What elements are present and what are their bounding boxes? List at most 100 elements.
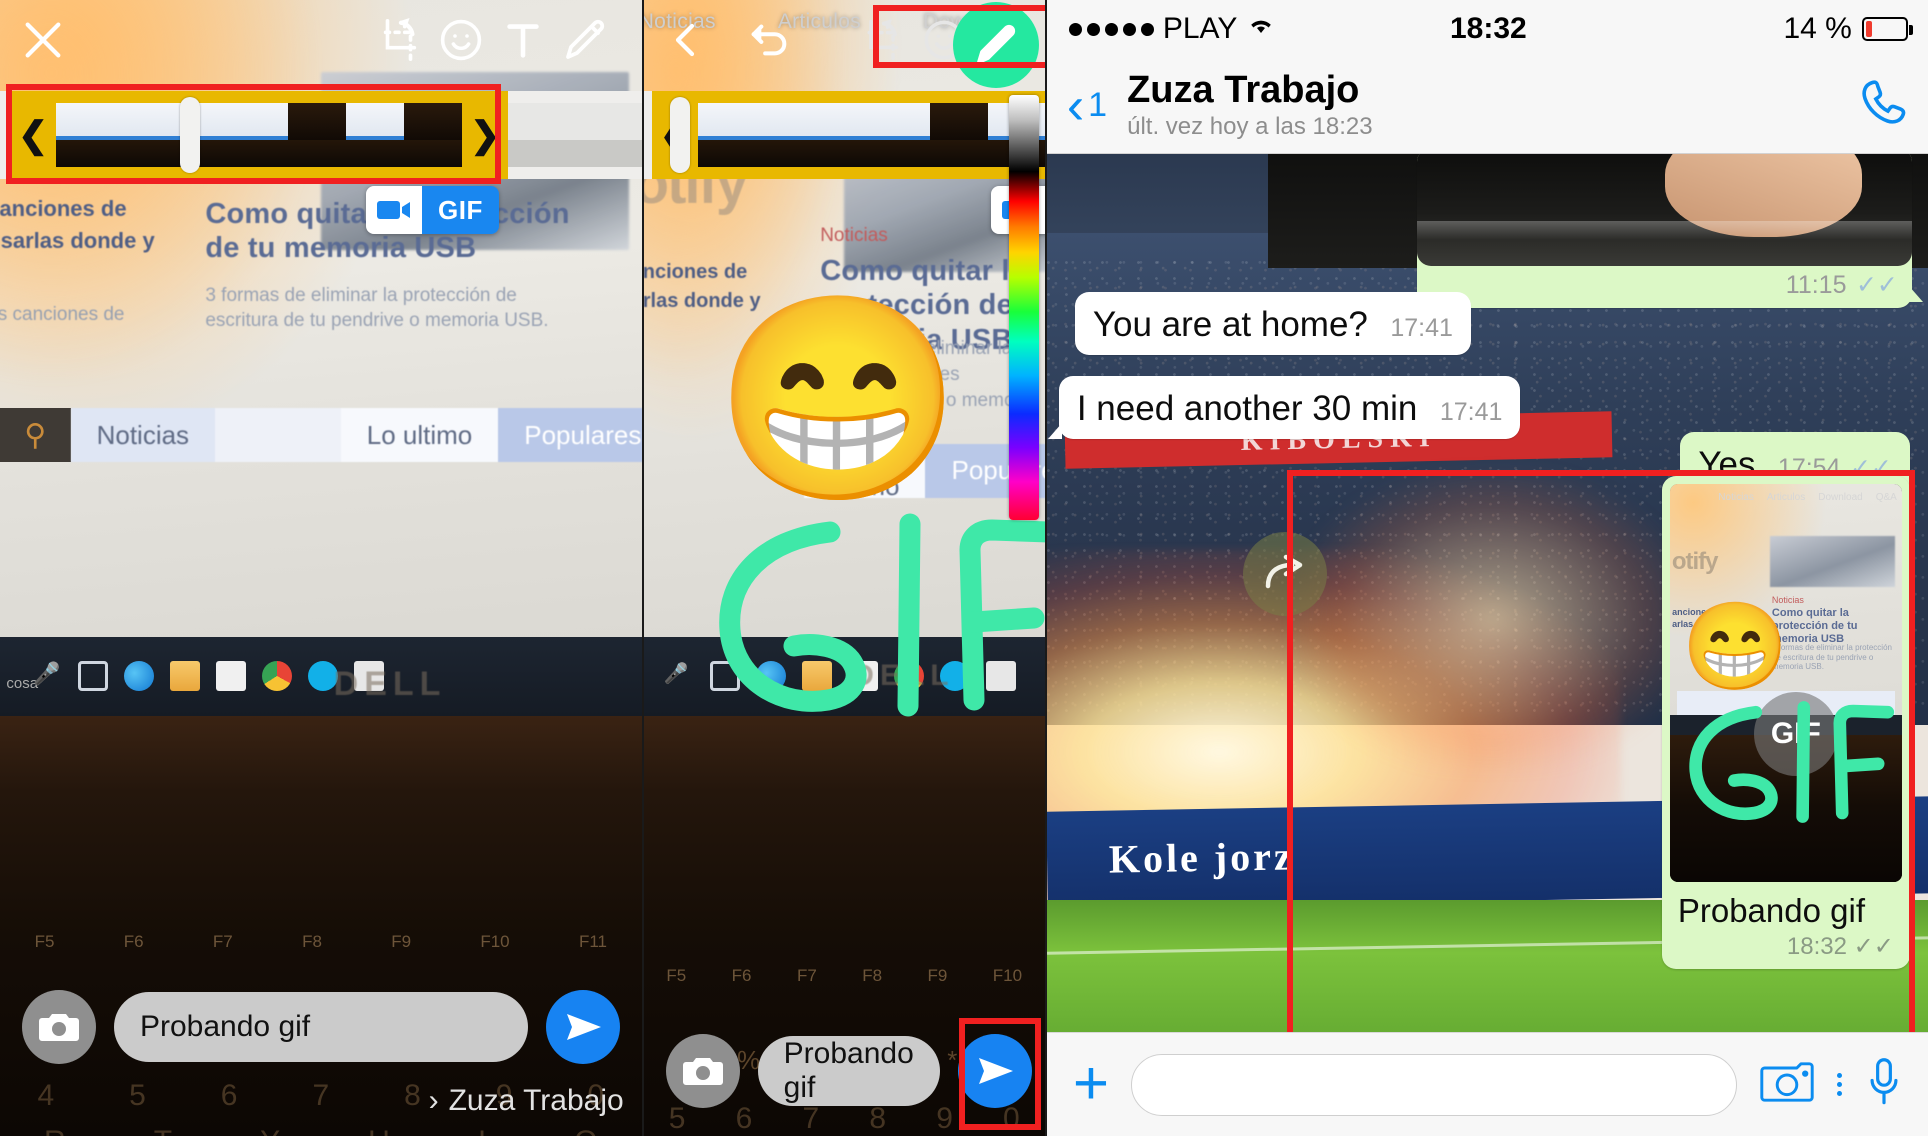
editor-toolbar [0,0,642,80]
chevron-left-icon[interactable] [654,9,716,71]
thumb-emoji: 😁 [1681,599,1789,695]
recipient-label[interactable]: › Zuza Trabajo [429,1084,624,1118]
recipient-name: Zuza Trabajo [448,1084,624,1117]
thumb-nav-articulos: Articulos [1766,491,1806,503]
message-image-out[interactable]: 11:15 ✓✓ [1417,154,1923,308]
video-camera-icon[interactable] [366,186,422,234]
cortana-mic-icon[interactable]: 🎤 [664,661,694,691]
trim-handle-right[interactable]: ❯ [462,117,508,153]
microsoft-store-icon[interactable] [216,661,247,692]
handwriting-gif[interactable] [702,510,1045,735]
message-out-gif[interactable]: Noticias Articulos Download Q&A otify No… [1661,476,1910,969]
filmstrip-frame [346,103,405,167]
stadium-hoarding: Kole jorz [1108,832,1295,882]
article-left-column-small: as canciones de [0,303,125,325]
filmstrip-frame [404,103,463,167]
battery-low-icon [1861,17,1913,41]
filmstrip-selection[interactable]: ❮ ❯ [651,91,1045,179]
pencil-tool-fab[interactable] [952,2,1039,88]
contact-status: últ. vez hoy a las 18:23 [1127,113,1373,141]
send-button[interactable] [957,1034,1032,1108]
site-tabs: Noticias Lo ultimo Populares [70,407,642,463]
filmstrip-frame [813,103,872,167]
screenshot-root: otify Noticias Como quitar la protección… [0,0,1928,1136]
filmstrip-frame [929,103,988,167]
read-ticks: ✓✓ [1855,271,1898,299]
trim-handle-left[interactable]: ❮ [10,117,56,153]
chevron-right-icon: › [428,1084,439,1117]
composer-bar: Probando gif [0,990,642,1064]
caption-input[interactable]: Probando gif [114,992,528,1062]
ios-status-bar: PLAY 18:32 14 % [1046,0,1928,58]
windows-taskbar: cosa 🎤 [0,636,642,716]
tab-noticias[interactable]: Noticias [70,407,216,463]
filmstrip-selection[interactable]: ❮ ❯ [10,91,509,179]
playhead-handle[interactable] [180,97,200,173]
filmstrip-frame-trimmed [508,103,567,167]
thumb-nav-download: Download [1818,491,1863,503]
phone-icon[interactable] [1856,76,1910,135]
task-view-icon[interactable] [78,661,109,692]
pencil-icon[interactable] [554,9,616,71]
text-tool-icon[interactable] [492,9,554,71]
emoji-sticker[interactable]: 😁 [714,300,963,500]
tab-populares[interactable]: Populares [498,407,642,463]
message-time: 11:15 [1785,271,1847,299]
camera-icon[interactable] [665,1034,740,1108]
gif-thumbnail[interactable]: Noticias Articulos Download Q&A otify No… [1669,484,1902,882]
more-options-icon[interactable] [1836,1073,1842,1096]
edge-icon[interactable] [124,661,155,692]
back-icon[interactable]: ‹ [1067,80,1084,132]
chat-input-bar: + [1046,1032,1928,1136]
message-in-2[interactable]: I need another 30 min 17:41 [1047,376,1521,440]
tab-lo-ultimo[interactable]: Lo ultimo [340,407,499,463]
color-picker-strip[interactable] [1008,95,1039,520]
send-button[interactable] [545,990,620,1064]
filmstrip-frame-trimmed [624,103,642,167]
unread-count[interactable]: 1 [1088,86,1107,125]
caption-input[interactable]: Probando gif [757,1036,940,1106]
chrome-icon[interactable] [262,661,293,692]
panel-gif-editor-draw: Noticias Articulos Download otify Notici… [643,0,1045,1136]
signal-strength-dots [1068,22,1154,36]
filmstrip[interactable]: ❮ ❯ [0,91,642,179]
forward-icon[interactable] [1242,532,1327,616]
microphone-icon[interactable] [1864,1055,1904,1114]
laptop-brand: DELL [333,664,447,703]
gif-toggle-label[interactable]: GIF [422,186,499,234]
camera-icon[interactable] [1759,1058,1815,1111]
filmstrip-frame [755,103,814,167]
read-ticks: ✓✓ [1853,933,1894,960]
gif-meta: 18:32 ✓✓ [1670,930,1902,965]
message-input[interactable] [1131,1053,1737,1116]
camera-icon[interactable] [22,990,96,1064]
thumb-handwriting-gif [1676,699,1898,836]
chat-header: ‹ 1 Zuza Trabajo últ. vez hoy a las 18:2… [1046,58,1928,154]
playhead-handle[interactable] [669,97,690,173]
composer-bar: Probando gif [644,1034,1045,1108]
chat-body[interactable]: KIBOLSKI Kole jorz 11:15 ✓✓ You are at h… [1046,154,1928,1032]
thumb-subcopy: 3 formas de eliminar la protección de es… [1771,643,1892,672]
thumb-headline: Como quitar la protección de tu memoria … [1771,607,1858,645]
thumb-nav-noticias: Noticias [1718,491,1754,503]
close-icon[interactable] [12,9,74,71]
message-time: 17:41 [1439,398,1503,426]
crop-rotate-icon[interactable] [368,9,430,71]
filmstrip-frame-trimmed [566,103,625,167]
filmstrip-frame [56,103,115,167]
battery-percent: 14 % [1783,12,1852,45]
cortana-mic-icon[interactable]: 🎤 [32,661,62,691]
site-search-box[interactable]: ⚲ [0,407,71,463]
filmstrip[interactable]: ❮ ❯ [643,91,1045,179]
search-icon: ⚲ [24,418,47,452]
file-explorer-icon[interactable] [170,661,201,692]
smiley-icon[interactable] [430,9,492,71]
message-in-1[interactable]: You are at home? 17:41 [1074,292,1471,356]
contact-name[interactable]: Zuza Trabajo [1127,69,1852,111]
undo-icon[interactable] [738,9,800,71]
gif-video-toggle[interactable]: GIF [366,186,499,234]
crop-rotate-icon[interactable] [851,9,913,71]
panel-whatsapp: PLAY 18:32 14 % ‹ 1 Zuza Trabajo últ. ve… [1046,0,1928,1136]
plus-icon[interactable]: + [1073,1053,1109,1114]
message-text: I need another 30 min [1076,389,1418,428]
